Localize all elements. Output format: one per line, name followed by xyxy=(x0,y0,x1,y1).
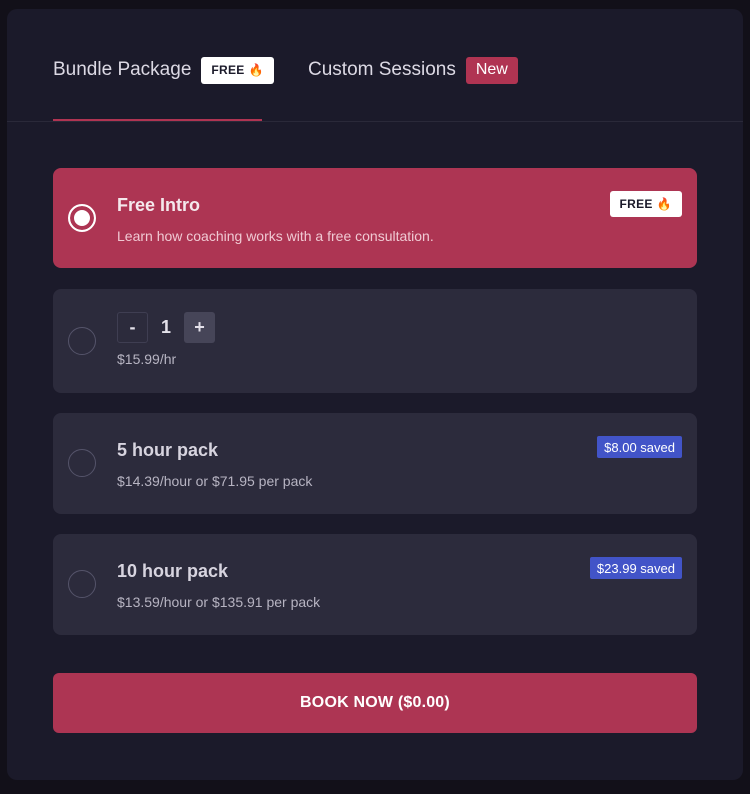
option-title: Free Intro xyxy=(117,195,201,215)
free-badge: FREE 🔥 xyxy=(609,191,682,217)
option-5-hour-pack[interactable]: 5 hour pack $14.39/hour or $71.95 per pa… xyxy=(53,413,697,514)
radio-5-hour-pack[interactable] xyxy=(68,449,96,477)
hourly-price: $15.99/hr xyxy=(117,351,177,367)
radio-10-hour-pack[interactable] xyxy=(68,570,96,598)
option-title: 5 hour pack xyxy=(117,440,219,460)
book-now-button[interactable]: BOOK NOW ($0.00) xyxy=(53,673,697,733)
tab-label: Custom Sessions xyxy=(308,59,456,80)
option-custom-hours[interactable]: - 1 + $15.99/hr xyxy=(53,289,697,393)
quantity-stepper: - 1 + xyxy=(117,312,215,343)
increment-button[interactable]: + xyxy=(184,312,215,343)
option-title: 10 hour pack xyxy=(117,561,229,581)
tab-custom-sessions[interactable]: Custom Sessions New xyxy=(308,55,518,85)
quantity-value: 1 xyxy=(160,317,171,337)
new-badge: New xyxy=(465,56,518,84)
free-badge: FREE 🔥 xyxy=(201,56,274,84)
option-subtitle: Learn how coaching works with a free con… xyxy=(117,228,434,244)
tab-bar: Bundle Package FREE 🔥 Custom Sessions Ne… xyxy=(7,9,743,122)
option-free-intro[interactable]: Free Intro Learn how coaching works with… xyxy=(53,168,697,268)
active-tab-indicator xyxy=(53,119,262,121)
flame-icon: 🔥 xyxy=(656,197,672,211)
option-subtitle: $14.39/hour or $71.95 per pack xyxy=(117,473,313,489)
savings-badge: $23.99 saved xyxy=(589,557,682,579)
tab-label: Bundle Package xyxy=(53,59,192,80)
radio-free-intro[interactable] xyxy=(68,204,96,232)
tab-bundle-package[interactable]: Bundle Package FREE 🔥 xyxy=(53,55,274,85)
option-10-hour-pack[interactable]: 10 hour pack $13.59/hour or $135.91 per … xyxy=(53,534,697,635)
booking-panel: Bundle Package FREE 🔥 Custom Sessions Ne… xyxy=(7,9,743,780)
decrement-button[interactable]: - xyxy=(117,312,148,343)
free-badge-text: FREE xyxy=(619,197,653,211)
savings-badge: $8.00 saved xyxy=(597,436,682,458)
free-badge-text: FREE xyxy=(211,63,245,77)
flame-icon: 🔥 xyxy=(248,63,264,77)
radio-custom-hours[interactable] xyxy=(68,327,96,355)
option-subtitle: $13.59/hour or $135.91 per pack xyxy=(117,594,321,610)
